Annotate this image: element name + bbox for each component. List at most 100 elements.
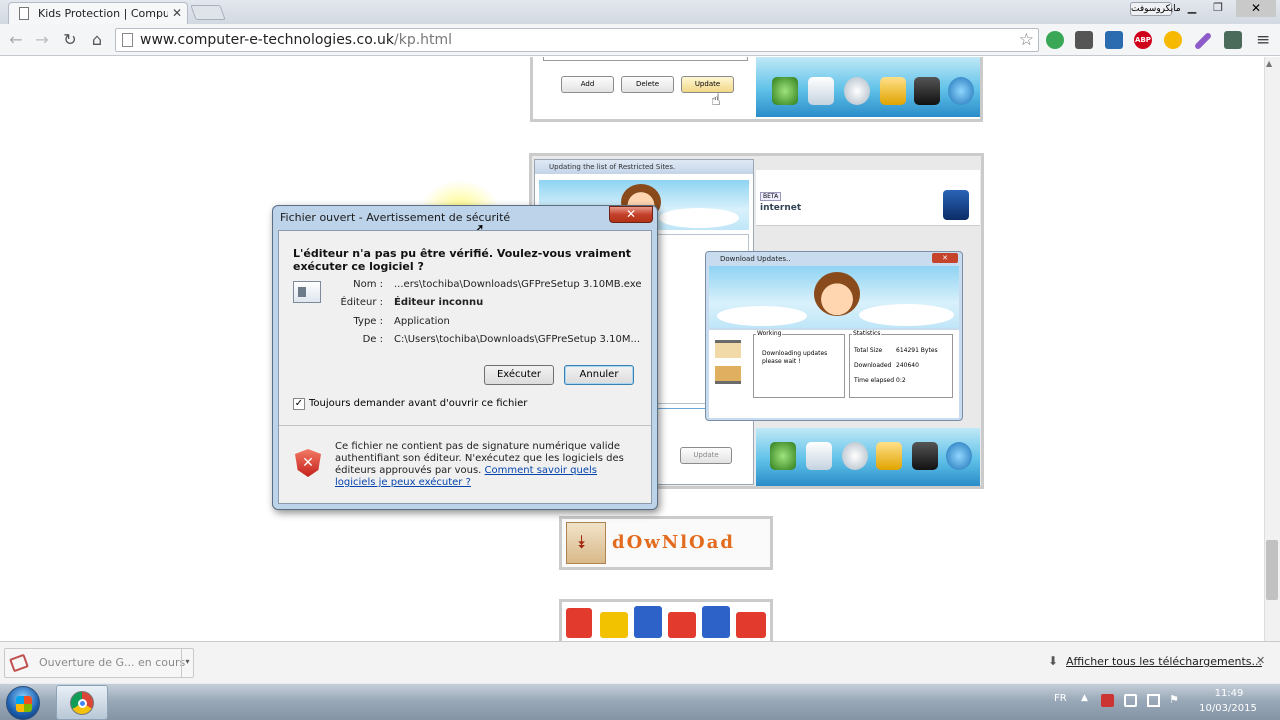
start-button[interactable] [6,686,40,720]
tab-kids-protection[interactable]: Kids Protection | Compute ✕ [8,2,188,24]
back-icon[interactable]: ← [6,30,26,50]
screenshot-manage-sites: Add Delete Update ☝ [530,57,983,122]
tray-flag-icon[interactable]: ⚑ [1169,693,1179,706]
document-icon[interactable] [808,77,834,105]
hourglass-icon [715,340,741,384]
show-all-downloads-link[interactable]: Afficher tous les téléchargements... [1066,655,1262,668]
clock-icon[interactable] [842,442,868,470]
clapperboard-icon[interactable] [912,442,938,470]
working-group: Working Downloading updates please wait … [753,330,845,398]
statistics-label: Statistics [852,330,882,337]
download-updates-title: Download Updates.. [720,255,791,263]
taskbar-chrome-button[interactable] [56,685,108,720]
run-button[interactable]: Exécuter [484,365,554,385]
home-icon[interactable]: ⌂ [87,30,107,50]
dialog-question: L'éditeur n'a pas pu être vérifié. Voule… [293,247,632,273]
clock-time[interactable]: 11:49 [1208,688,1250,699]
download-arrow-icon: ⯯ [566,522,606,564]
bookmark-star-icon[interactable]: ☆ [1019,30,1034,50]
download-shelf: Ouverture de G... en cours ▾ ⬇ Afficher … [0,641,1280,683]
windows-logo-icon [16,696,32,712]
updating-window-title: Updating the list of Restricted Sites. [535,160,753,174]
scroll-up-icon[interactable]: ▲ [1266,59,1272,68]
warning-text: Ce fichier ne contient pas de signature … [335,441,624,488]
download-updates-close-icon[interactable]: ✕ [932,253,958,263]
page-icon [122,33,133,47]
icon-toolbar-bottom [756,428,980,486]
clock-date[interactable]: 10/03/2015 [1198,703,1258,714]
download-arrow-icon: ⬇ [1048,654,1059,668]
extension-cube-icon[interactable] [1105,31,1123,49]
dialog-close-icon[interactable]: ✕ [609,206,653,223]
stat-downloaded-value: 240640 [896,362,919,369]
download-banner-kid [709,266,959,328]
globe-lock-icon[interactable] [770,442,796,470]
tray-expand-icon[interactable]: ▲ [1081,693,1088,703]
settings-gear-icon[interactable] [946,442,972,470]
hand-cursor-icon: ☝ [711,90,721,109]
page-icon [19,7,29,20]
beta-badge: BETA [760,192,782,201]
shield-warning-icon: ✕ [295,449,321,477]
download-item-label: Ouverture de G... en cours [39,656,186,669]
navigation-bar: ← → ↻ ⌂ www.computer-e-technologies.co.u… [0,24,1280,56]
pen-app-icon [943,190,969,220]
chrome-icon [70,691,94,715]
address-bar[interactable]: www.computer-e-technologies.co.uk/kp.htm… [115,28,1039,52]
padlock-icon[interactable] [876,442,902,470]
language-indicator[interactable]: FR [1054,693,1067,704]
train-car-blue-1 [634,606,662,638]
globe-lock-icon[interactable] [772,77,798,105]
dialog-divider [279,425,651,426]
download-item[interactable]: Ouverture de G... en cours ▾ [4,648,194,678]
reload-icon[interactable]: ↻ [60,30,80,50]
download-banner-link[interactable]: ⯯ dOwNlOad [559,516,773,570]
extension-green-icon[interactable] [1046,31,1064,49]
working-label: Working [756,330,783,337]
working-text: Downloading updates please wait ! [762,350,828,365]
application-icon [293,281,321,303]
settings-gear-icon[interactable] [948,77,974,105]
padlock-icon[interactable] [880,77,906,105]
tray-network-icon[interactable] [1147,694,1160,707]
product-header: BETA internet [756,170,980,226]
update-button[interactable]: Update [681,76,734,93]
tray-device-icon[interactable] [1124,694,1137,707]
profile-button[interactable]: مايكروسوفت [1130,2,1181,16]
scrollbar-thumb[interactable] [1266,540,1278,600]
download-menu-icon[interactable]: ▾ [181,649,193,677]
clock-icon[interactable] [844,77,870,105]
extension-check-icon[interactable] [1224,31,1242,49]
train-car-red-1 [566,608,592,638]
field-value-publisher: Éditeur inconnu [394,297,484,308]
field-value-type: Application [394,316,450,327]
icon-toolbar [756,57,980,117]
close-shelf-icon[interactable]: ✕ [1256,654,1265,667]
tab-close-icon[interactable]: ✕ [172,6,182,20]
menu-icon[interactable]: ≡ [1256,30,1270,50]
adblock-icon[interactable]: ABP [1134,31,1152,49]
clapperboard-icon[interactable] [914,77,940,105]
delete-button[interactable]: Delete [621,76,674,93]
train-car-blue-2 [702,606,730,638]
update-button-disabled[interactable]: Update [680,447,732,464]
file-icon [9,653,29,673]
always-ask-checkbox[interactable]: ✓ [293,398,305,410]
extension-photo-icon[interactable] [1075,31,1093,49]
train-car-yellow [600,612,628,638]
cancel-button[interactable]: Annuler [564,365,634,385]
minimize-icon[interactable]: ▁ [1182,1,1202,16]
field-value-name: ...ers\tochiba\Downloads\GFPreSetup 3.10… [394,279,642,290]
new-tab-button[interactable] [190,5,226,20]
statistics-group: Statistics Total Size 614291 Bytes Downl… [849,330,953,398]
always-ask-label: Toujours demander avant d'ouvrir ce fich… [309,398,528,409]
extension-pen-icon[interactable] [1193,31,1213,51]
document-icon[interactable] [806,442,832,470]
restore-icon[interactable]: ❐ [1208,1,1228,16]
forward-icon[interactable]: → [32,30,52,50]
extension-ring-icon[interactable] [1164,31,1182,49]
window-close-icon[interactable]: ✕ [1236,0,1276,17]
download-body: Working Downloading updates please wait … [709,330,959,418]
tray-security-icon[interactable] [1101,694,1114,707]
add-button[interactable]: Add [561,76,614,93]
